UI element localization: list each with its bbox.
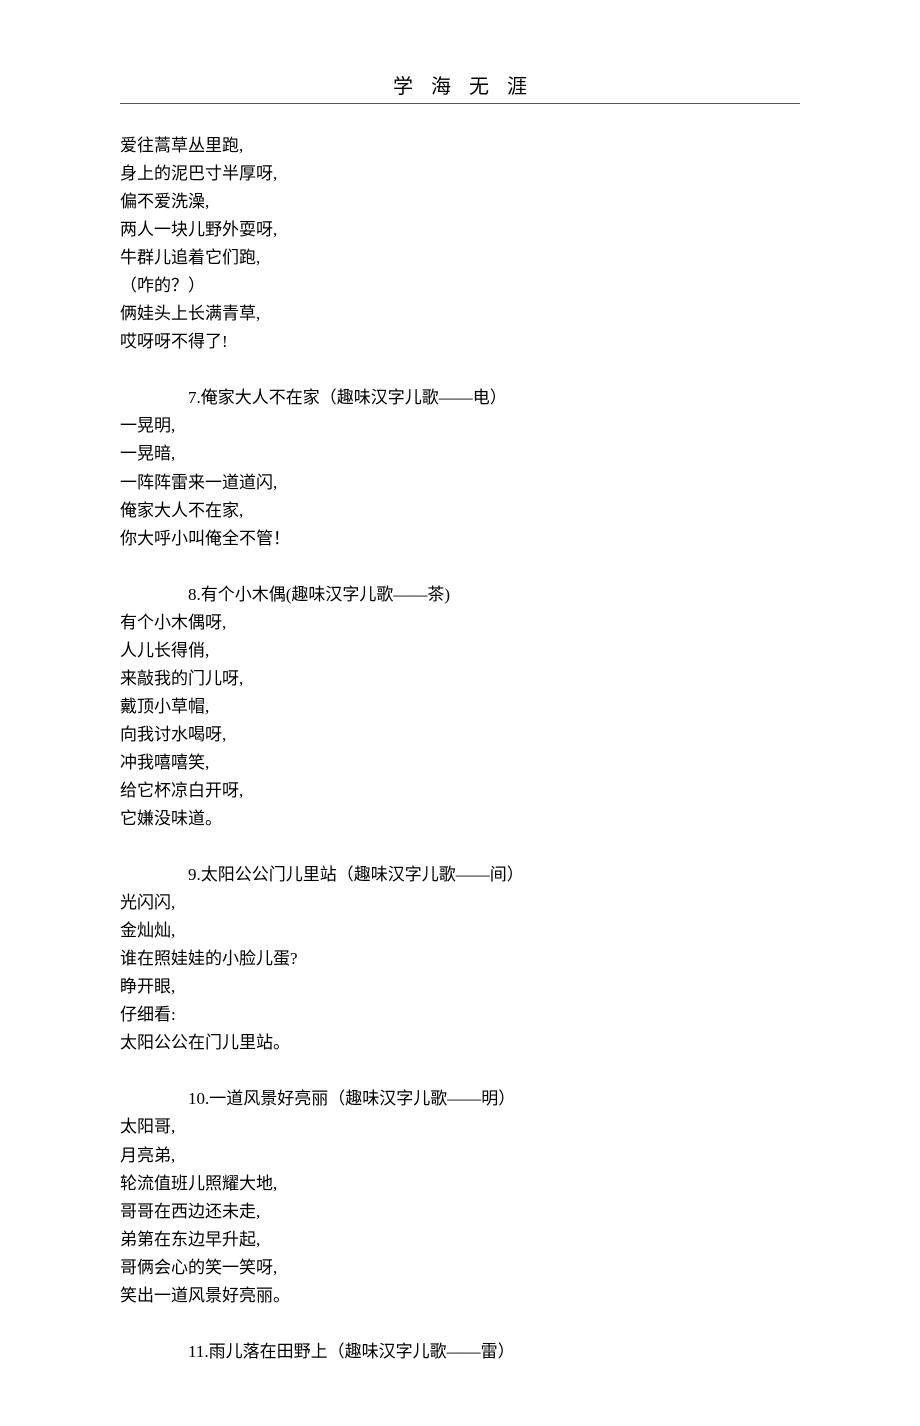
poem-line: 哥俩会心的笑一笑呀, xyxy=(120,1254,800,1282)
spacer xyxy=(120,833,800,861)
spacer xyxy=(120,1057,800,1085)
poem-line: 人儿长得俏, xyxy=(120,637,800,665)
spacer xyxy=(120,553,800,581)
poem-line: 给它杯凉白开呀, xyxy=(120,777,800,805)
poem-line: 它嫌没味道。 xyxy=(120,805,800,833)
poem-line: 太阳哥, xyxy=(120,1113,800,1141)
intro-line: 牛群儿追着它们跑, xyxy=(120,244,800,272)
poem-line: 有个小木偶呀, xyxy=(120,609,800,637)
intro-line: 爱往蒿草丛里跑, xyxy=(120,132,800,160)
poem-line: 一阵阵雷来一道道闪, xyxy=(120,469,800,497)
poem-line: 你大呼小叫俺全不管！ xyxy=(120,525,800,553)
poem-line: 来敲我的门儿呀, xyxy=(120,665,800,693)
poem-line: 哥哥在西边还未走, xyxy=(120,1198,800,1226)
intro-line: 两人一块儿野外耍呀, xyxy=(120,216,800,244)
poem-line: 金灿灿, xyxy=(120,917,800,945)
poem-line: 笑出一道风景好亮丽。 xyxy=(120,1282,800,1310)
section-7: 7.俺家大人不在家（趣味汉字儿歌——电） 一晃明, 一晃暗, 一阵阵雷来一道道闪… xyxy=(120,384,800,552)
intro-line: 哎呀呀不得了! xyxy=(120,328,800,356)
section-8: 8.有个小木偶(趣味汉字儿歌——茶) 有个小木偶呀, 人儿长得俏, 来敲我的门儿… xyxy=(120,581,800,833)
poem-line: 向我讨水喝呀, xyxy=(120,721,800,749)
header-divider xyxy=(120,103,800,104)
intro-line: 俩娃头上长满青草, xyxy=(120,300,800,328)
intro-line: 身上的泥巴寸半厚呀, xyxy=(120,160,800,188)
section-title: 8.有个小木偶(趣味汉字儿歌——茶) xyxy=(120,581,800,609)
poem-line: 太阳公公在门儿里站。 xyxy=(120,1029,800,1057)
poem-line: 光闪闪, xyxy=(120,889,800,917)
poem-line: 俺家大人不在家, xyxy=(120,497,800,525)
page-header: 学海无涯 xyxy=(120,70,800,99)
poem-line: 仔细看: xyxy=(120,1001,800,1029)
section-title: 11.雨儿落在田野上（趣味汉字儿歌——雷） xyxy=(120,1338,800,1366)
section-9: 9.太阳公公门儿里站（趣味汉字儿歌——间） 光闪闪, 金灿灿, 谁在照娃娃的小脸… xyxy=(120,861,800,1057)
section-11: 11.雨儿落在田野上（趣味汉字儿歌——雷） xyxy=(120,1338,800,1366)
intro-line: （咋的？） xyxy=(120,272,800,300)
poem-line: 轮流值班儿照耀大地, xyxy=(120,1170,800,1198)
section-10: 10.一道风景好亮丽（趣味汉字儿歌——明） 太阳哥, 月亮弟, 轮流值班儿照耀大… xyxy=(120,1085,800,1309)
poem-line: 睁开眼, xyxy=(120,973,800,1001)
intro-block: 爱往蒿草丛里跑, 身上的泥巴寸半厚呀, 偏不爱洗澡, 两人一块儿野外耍呀, 牛群… xyxy=(120,132,800,356)
poem-line: 一晃暗, xyxy=(120,440,800,468)
section-title: 9.太阳公公门儿里站（趣味汉字儿歌——间） xyxy=(120,861,800,889)
poem-line: 弟第在东边早升起, xyxy=(120,1226,800,1254)
intro-line: 偏不爱洗澡, xyxy=(120,188,800,216)
section-title: 7.俺家大人不在家（趣味汉字儿歌——电） xyxy=(120,384,800,412)
spacer xyxy=(120,356,800,384)
poem-line: 一晃明, xyxy=(120,412,800,440)
section-title: 10.一道风景好亮丽（趣味汉字儿歌——明） xyxy=(120,1085,800,1113)
poem-line: 谁在照娃娃的小脸儿蛋? xyxy=(120,945,800,973)
poem-line: 戴顶小草帽, xyxy=(120,693,800,721)
poem-line: 月亮弟, xyxy=(120,1142,800,1170)
spacer xyxy=(120,1310,800,1338)
header-title: 学海无涯 xyxy=(393,76,545,98)
poem-line: 冲我嘻嘻笑, xyxy=(120,749,800,777)
